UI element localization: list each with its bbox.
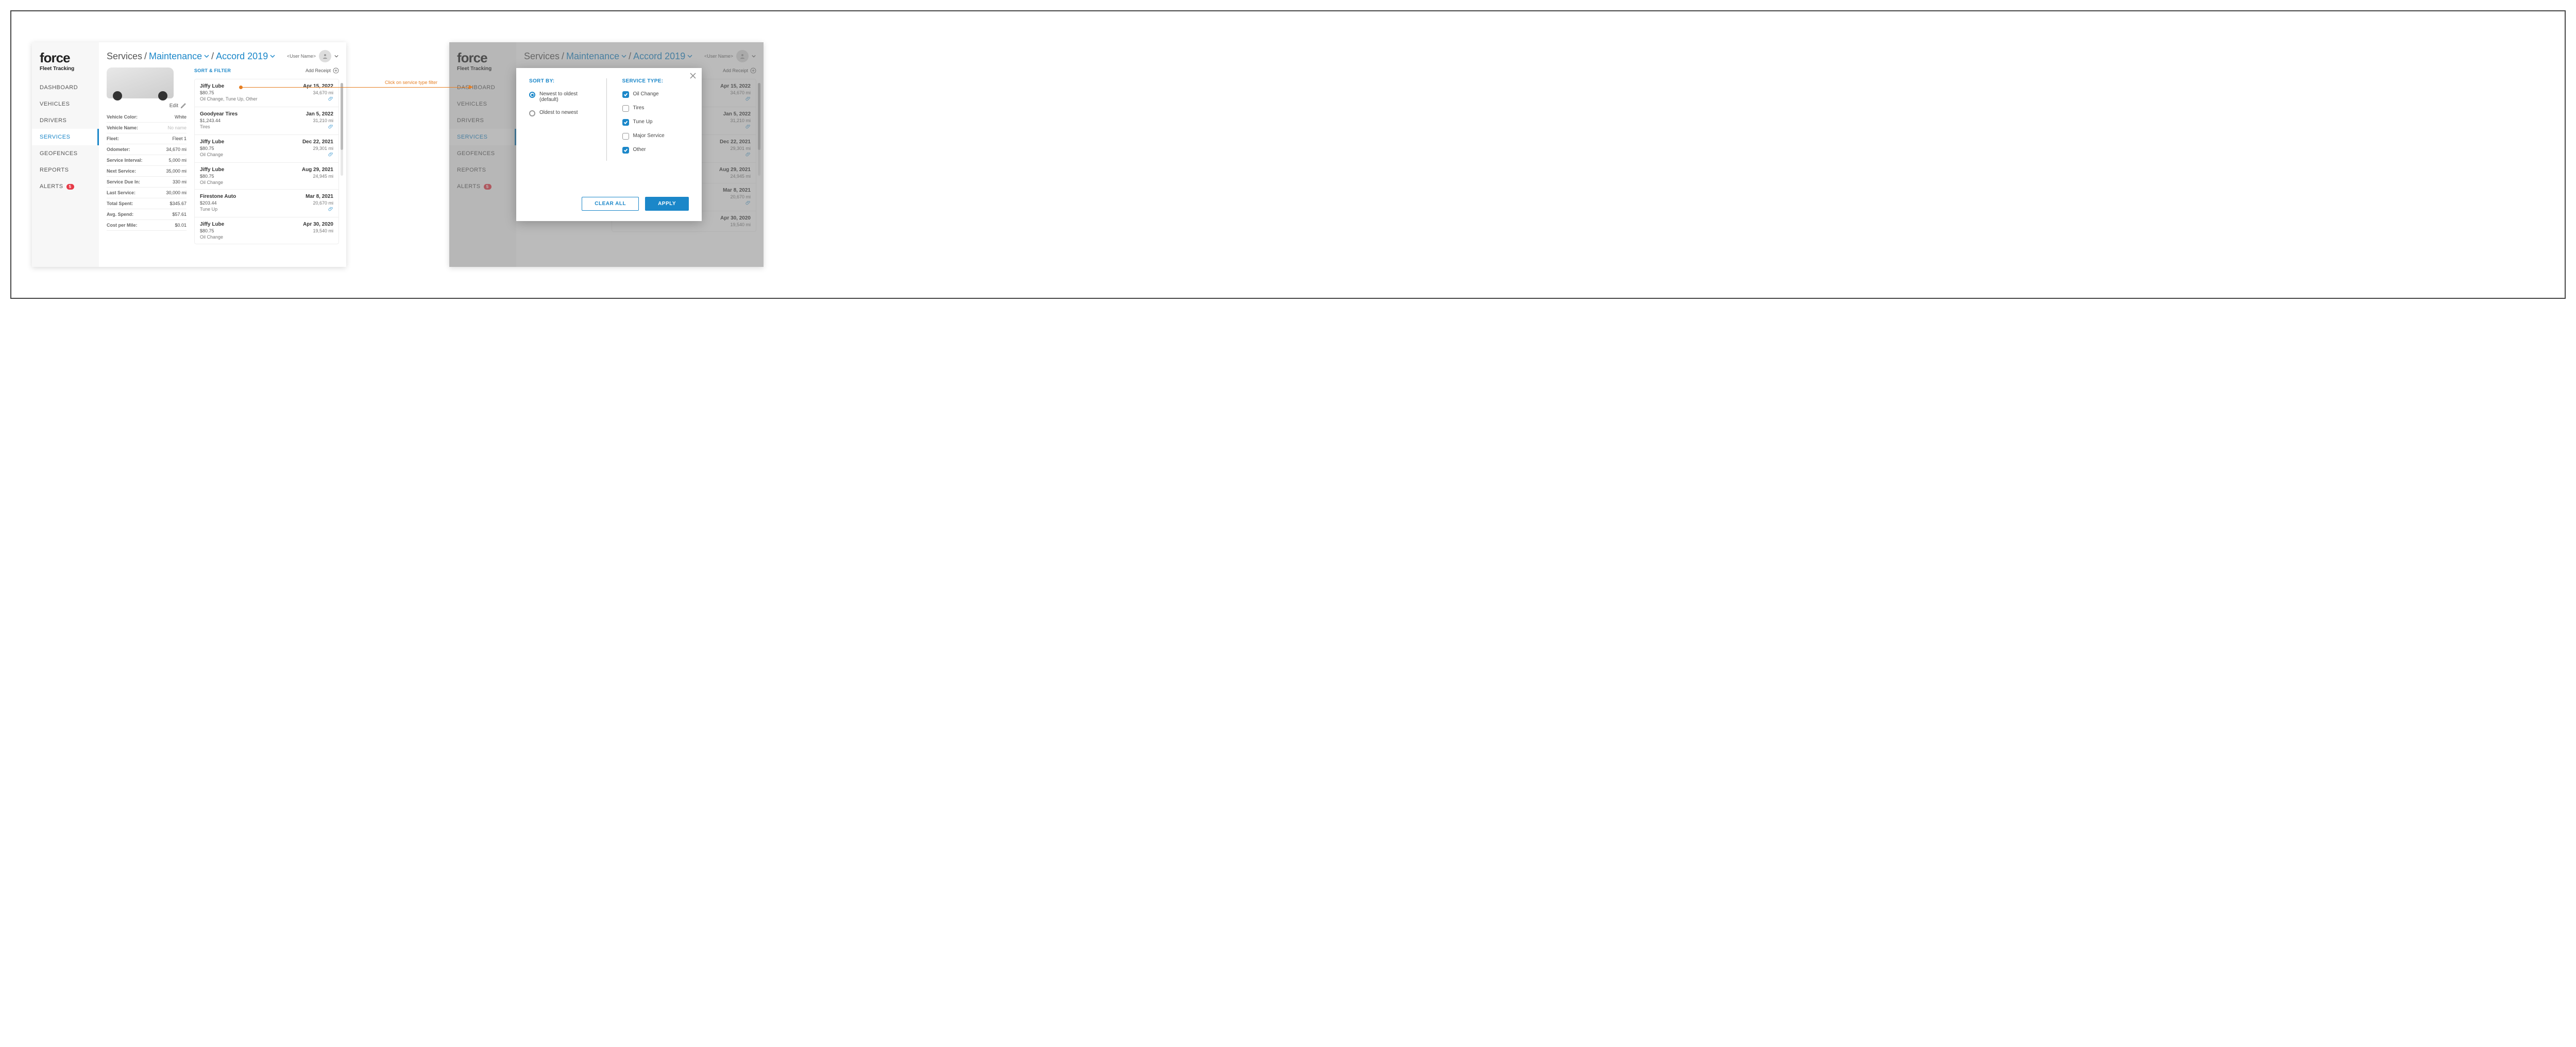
- sort-option[interactable]: Newest to oldest (default): [529, 91, 596, 103]
- sort-option[interactable]: Oldest to newest: [529, 110, 596, 116]
- close-button[interactable]: [689, 72, 697, 79]
- sort-by-heading: SORT BY:: [529, 78, 596, 84]
- detail-row: Vehicle Name:No name: [107, 123, 187, 133]
- checkbox-icon: [622, 91, 629, 98]
- chevron-down-icon: [334, 54, 338, 58]
- detail-row: Service Due In:330 mi: [107, 177, 187, 188]
- add-circle-icon: [333, 67, 339, 74]
- user-name: <User Name>: [287, 54, 316, 59]
- screen-modal: force Fleet Tracking DASHBOARDVEHICLESDR…: [449, 42, 764, 267]
- clear-all-button[interactable]: CLEAR ALL: [582, 197, 639, 211]
- sidebar-item-vehicles[interactable]: VEHICLES: [32, 96, 99, 112]
- edit-button[interactable]: Edit: [107, 103, 187, 109]
- breadcrumb: Services / Maintenance / Accord 2019 <Us…: [107, 50, 346, 62]
- add-receipt-button[interactable]: Add Receipt: [306, 67, 339, 74]
- service-type-heading: SERVICE TYPE:: [622, 78, 689, 84]
- detail-row: Vehicle Color:White: [107, 112, 187, 123]
- type-option[interactable]: Major Service: [622, 133, 689, 140]
- detail-row: Odometer:34,670 mi: [107, 144, 187, 155]
- checkbox-icon: [622, 119, 629, 126]
- checkbox-icon: [622, 147, 629, 154]
- logo: force Fleet Tracking: [32, 50, 99, 79]
- annotation-label: Click on service type filter: [385, 80, 437, 85]
- attachment-icon: [328, 96, 333, 103]
- radio-icon: [529, 92, 535, 98]
- detail-row: Service Interval:5,000 mi: [107, 155, 187, 166]
- detail-row: Last Service:30,000 mi: [107, 188, 187, 198]
- sidebar-item-dashboard[interactable]: DASHBOARD: [32, 79, 99, 96]
- pencil-icon: [180, 103, 187, 109]
- type-option[interactable]: Other: [622, 147, 689, 154]
- user-icon: [322, 53, 328, 59]
- sidebar-item-geofences[interactable]: GEOFENCES: [32, 145, 99, 162]
- detail-row: Total Spent:$345.67: [107, 198, 187, 209]
- detail-row: Cost per Mile:$0.01: [107, 220, 187, 231]
- service-item[interactable]: Jiffy Lube$80.75Oil ChangeDec 22, 202129…: [195, 135, 338, 163]
- sidebar: force Fleet Tracking DASHBOARDVEHICLESDR…: [32, 42, 99, 267]
- filter-modal: SORT BY: Newest to oldest (default) Oldes…: [516, 68, 702, 221]
- scrollbar[interactable]: [341, 83, 343, 176]
- radio-icon: [529, 110, 535, 116]
- vehicle-image: [107, 67, 174, 98]
- sidebar-item-services[interactable]: SERVICES: [32, 129, 99, 145]
- logo-sub: Fleet Tracking: [40, 66, 91, 72]
- service-item[interactable]: Jiffy Lube$80.75Oil ChangeAug 29, 202124…: [195, 163, 338, 190]
- crumb-root: Services: [107, 51, 142, 62]
- detail-row: Next Service:35,000 mi: [107, 166, 187, 177]
- sort-filter-button[interactable]: SORT & FILTER: [194, 68, 231, 73]
- attachment-icon: [328, 152, 333, 158]
- sidebar-item-drivers[interactable]: DRIVERS: [32, 112, 99, 129]
- service-list: Jiffy Lube$80.75Oil Change, Tune Up, Oth…: [194, 79, 339, 244]
- attachment-icon: [328, 124, 333, 130]
- chevron-down-icon: [270, 54, 275, 59]
- service-item[interactable]: Jiffy Lube$80.75Oil ChangeApr 30, 202019…: [195, 217, 338, 244]
- checkbox-icon: [622, 133, 629, 140]
- screen-base: force Fleet Tracking DASHBOARDVEHICLESDR…: [32, 42, 346, 267]
- checkbox-icon: [622, 105, 629, 112]
- sidebar-item-reports[interactable]: REPORTS: [32, 162, 99, 178]
- avatar: [319, 50, 331, 62]
- type-option[interactable]: Tires: [622, 105, 689, 112]
- apply-button[interactable]: APPLY: [645, 197, 689, 211]
- crumb-maintenance[interactable]: Maintenance: [149, 51, 209, 62]
- user-menu[interactable]: <User Name>: [287, 50, 338, 62]
- detail-row: Avg. Spend:$57.61: [107, 209, 187, 220]
- flow-annotation: Click on service type filter: [241, 81, 472, 91]
- logo-main: force: [40, 50, 91, 66]
- detail-row: Fleet:Fleet 1: [107, 133, 187, 144]
- type-option[interactable]: Oil Change: [622, 91, 689, 98]
- alerts-badge: 5: [66, 184, 74, 190]
- crumb-vehicle[interactable]: Accord 2019: [216, 51, 275, 62]
- service-item[interactable]: Firestone Auto$203.44Tune UpMar 8, 20212…: [195, 190, 338, 217]
- service-item[interactable]: Goodyear Tires$1,243.44TiresJan 5, 20223…: [195, 107, 338, 135]
- chevron-down-icon: [204, 54, 209, 59]
- sidebar-item-alerts[interactable]: ALERTS5: [32, 178, 99, 195]
- attachment-icon: [328, 207, 333, 213]
- close-icon: [689, 72, 697, 79]
- type-option[interactable]: Tune Up: [622, 119, 689, 126]
